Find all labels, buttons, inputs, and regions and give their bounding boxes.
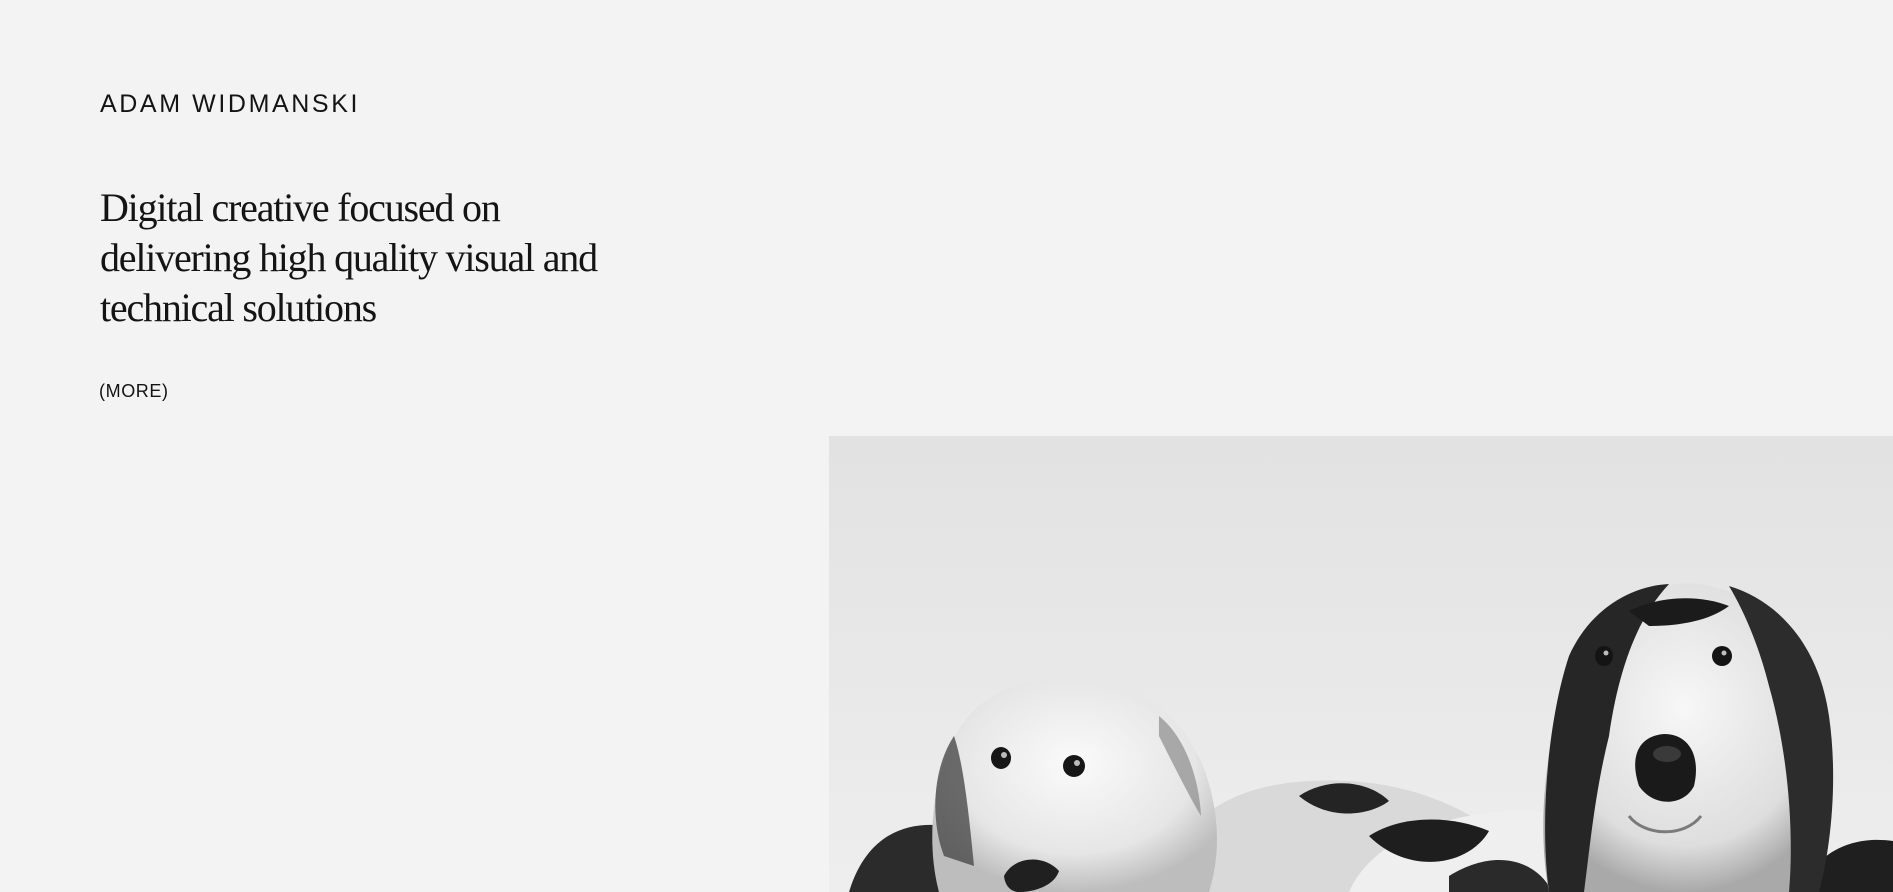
more-link[interactable]: (MORE) — [99, 381, 169, 401]
intro-tagline: Digital creative focused on delivering h… — [100, 185, 598, 330]
borzoi-dogs-photo — [829, 436, 1893, 892]
hero-photo — [829, 436, 1893, 892]
site-logo[interactable]: ADAM WIDMANSKI — [100, 90, 360, 118]
